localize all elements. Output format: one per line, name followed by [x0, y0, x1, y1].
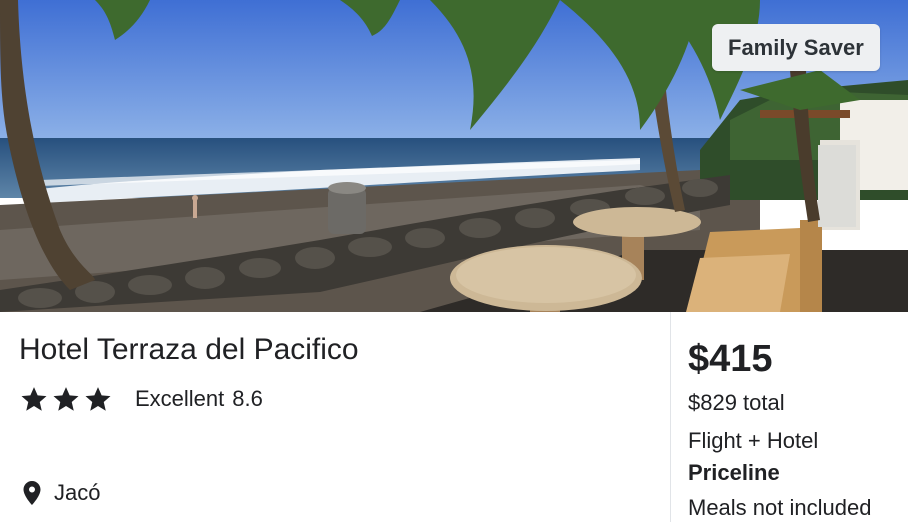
rating-row: Excellent 8.6: [19, 384, 263, 414]
rating-score: 8.6: [232, 386, 263, 411]
hotel-info: Hotel Terraza del Pacifico Excellent 8.6: [0, 312, 670, 522]
provider-name: Priceline: [688, 460, 780, 485]
location-name: Jacó: [54, 480, 101, 505]
price-panel[interactable]: $415 $829 total Flight + Hotel Priceline…: [688, 312, 908, 522]
hotel-name[interactable]: Hotel Terraza del Pacifico: [19, 333, 359, 367]
package-type: Flight + Hotel: [688, 428, 819, 453]
star-icon: [51, 384, 81, 414]
star-rating: [19, 384, 113, 414]
meals-info: Meals not included: [688, 495, 872, 520]
nightly-price: $415: [688, 338, 773, 380]
star-icon: [19, 384, 49, 414]
hotel-photo[interactable]: Family Saver: [0, 0, 908, 312]
location-row: Jacó: [22, 480, 100, 506]
total-price: $829 total: [688, 390, 785, 415]
column-divider: [670, 312, 671, 522]
family-saver-badge: Family Saver: [712, 24, 880, 71]
rating-label: Excellent: [135, 386, 225, 411]
hotel-result-card[interactable]: Family Saver Hotel Terraza del Pacifico …: [0, 0, 908, 522]
location-pin-icon: [22, 480, 42, 506]
star-icon: [83, 384, 113, 414]
